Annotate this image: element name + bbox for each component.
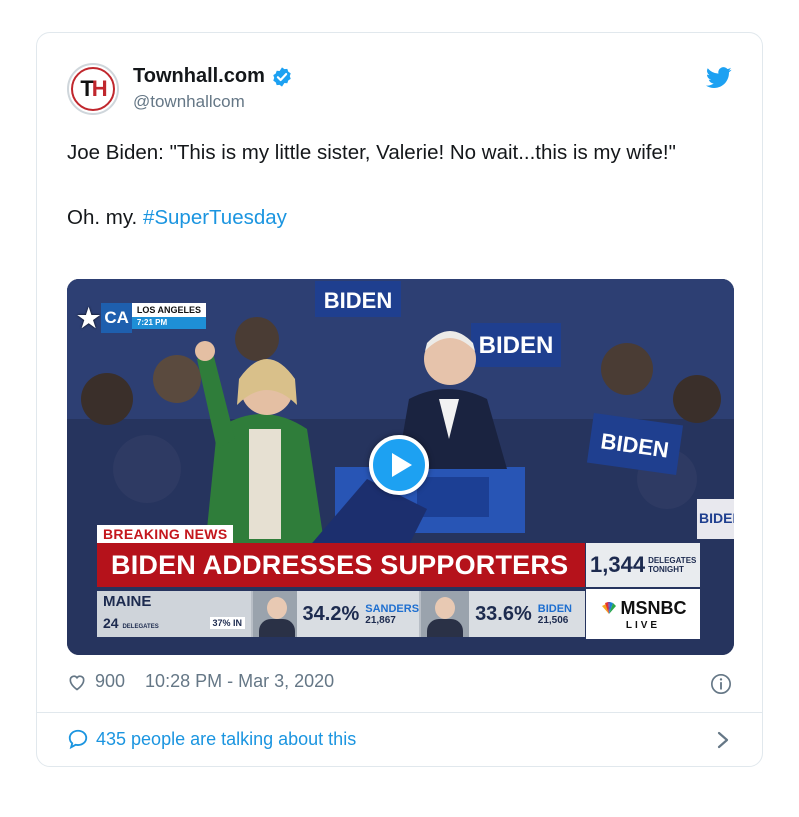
tweet-line-2-prefix: Oh. my. (67, 206, 143, 229)
display-name[interactable]: Townhall.com (133, 65, 265, 88)
candidate-votes: 21,506 (537, 614, 569, 626)
candidate-panel: 34.2% SANDERS 21,867 (251, 591, 419, 637)
candidate-name: BIDEN (537, 602, 573, 615)
breaking-news-label: BREAKING NEWS (97, 525, 234, 543)
state-delegates-count: 24 (103, 615, 119, 631)
candidate-votes: 21,867 (365, 614, 396, 626)
peacock-icon (601, 602, 616, 614)
delegates-counter: 1,344 DELEGATES TONIGHT (586, 543, 700, 587)
heart-icon[interactable] (67, 672, 87, 692)
network-name: MSNBC (620, 597, 687, 618)
like-count[interactable]: 900 (95, 671, 125, 692)
timestamp[interactable]: 10:28 PM - Mar 3, 2020 (145, 671, 334, 692)
state-reporting: 37% IN (209, 617, 246, 629)
state-panel: MAINE 24 DELEGATES 37% IN (97, 591, 252, 637)
conversation-link[interactable]: 435 people are talking about this (67, 728, 356, 750)
star-icon: ★ (77, 303, 101, 333)
sign-text: BIDEN (479, 332, 554, 359)
conversation-text: 435 people are talking about this (96, 728, 357, 749)
location-time: 7:21 PM (131, 317, 207, 329)
avatar[interactable]: TH (67, 63, 119, 115)
delegates-label-1: DELEGATES (648, 556, 697, 565)
verified-badge-icon (273, 66, 291, 87)
results-bar: MAINE 24 DELEGATES 37% IN 34.2% SANDERS … (97, 591, 585, 637)
candidate-photo (253, 591, 297, 637)
tweet-card: TH Townhall.com @townhallcom Joe Biden: … (36, 32, 763, 767)
candidate-pct: 33.6% (475, 602, 532, 625)
state-name: MAINE (103, 593, 152, 610)
network-logo: MSNBC LIVE (586, 589, 700, 639)
tweet-line-2: Oh. my. #SuperTuesday (67, 202, 727, 233)
tweet-text: Joe Biden: "This is my little sister, Va… (67, 137, 727, 233)
location-state: CA (101, 303, 132, 333)
candidate-panel: 33.6% BIDEN 21,506 (419, 591, 585, 637)
candidate-pct: 34.2% (302, 602, 360, 625)
tweet-line-1: Joe Biden: "This is my little sister, Va… (67, 141, 676, 164)
state-delegates-label: DELEGATES (122, 624, 159, 630)
candidate-name: SANDERS (365, 602, 420, 615)
location-tag: ★ CA LOS ANGELES 7:21 PM (77, 303, 207, 333)
live-label: LIVE (625, 619, 661, 631)
delegates-count: 1,344 (590, 552, 646, 577)
tweet-meta: 900 10:28 PM - Mar 3, 2020 (67, 671, 334, 692)
play-button[interactable] (369, 435, 429, 495)
handle[interactable]: @townhallcom (133, 92, 293, 112)
chevron-right-icon[interactable] (716, 730, 730, 750)
hashtag-link[interactable]: #SuperTuesday (143, 206, 287, 229)
sign-text: BIDEN (324, 288, 392, 313)
video-player[interactable]: BIDEN BIDEN BIDEN BIDEN ★ (67, 279, 734, 655)
divider (37, 712, 762, 713)
twitter-bird-icon[interactable] (706, 67, 732, 89)
comment-bubble-icon (68, 729, 88, 750)
avatar-logo: TH (71, 67, 115, 111)
candidate-photo (421, 591, 470, 637)
author-block: Townhall.com @townhallcom (133, 65, 293, 112)
sign-text: BIDEN (699, 510, 734, 526)
delegates-label-2: TONIGHT (648, 565, 684, 574)
info-icon[interactable] (710, 673, 732, 695)
location-city: LOS ANGELES (131, 303, 207, 317)
chyron-headline: BIDEN ADDRESSES SUPPORTERS (97, 543, 585, 587)
state-delegates: 24 DELEGATES (103, 615, 159, 631)
